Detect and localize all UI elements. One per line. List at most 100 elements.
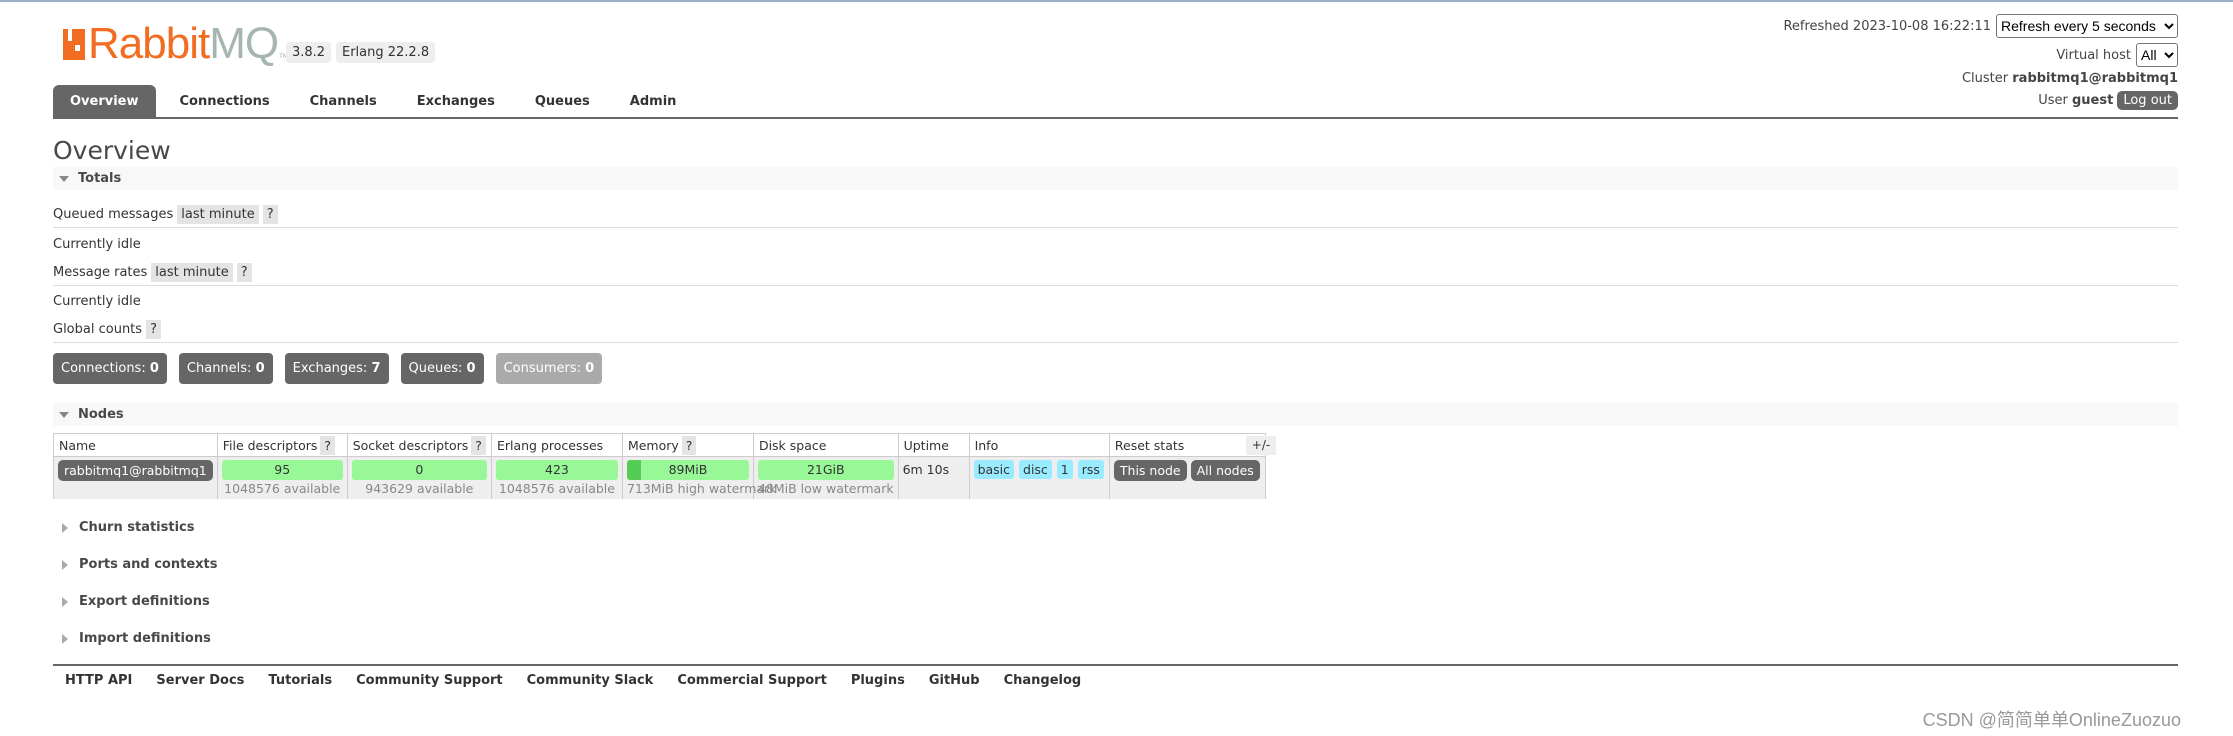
footer-divider xyxy=(53,664,2178,666)
user-label: User xyxy=(2038,93,2068,108)
tab-channels[interactable]: Channels xyxy=(294,85,393,117)
nodes-title: Nodes xyxy=(78,407,124,422)
main-tabs: Overview Connections Channels Exchanges … xyxy=(53,85,700,117)
expanded-triangle-icon xyxy=(59,411,69,418)
channels-count-button[interactable]: Channels: 0 xyxy=(178,353,273,384)
tab-queues[interactable]: Queues xyxy=(519,85,606,117)
help-icon[interactable]: ? xyxy=(320,435,336,455)
tab-admin[interactable]: Admin xyxy=(614,85,693,117)
footer-link-tutorials[interactable]: Tutorials xyxy=(268,673,332,688)
footer-link-github[interactable]: GitHub xyxy=(929,673,980,688)
rabbitmq-logo[interactable]: Rabbit MQ TM xyxy=(63,19,288,68)
message-rates-label: Message rates xyxy=(53,265,148,280)
col-name: Name xyxy=(53,433,218,457)
page-title: Overview xyxy=(53,136,171,165)
refresh-interval-select[interactable]: Refresh every 5 seconds xyxy=(1996,14,2178,38)
version-badge: 3.8.2 xyxy=(286,42,332,63)
disk-bar: 21GiB xyxy=(757,460,894,480)
erlang-badge: Erlang 22.2.8 xyxy=(336,42,436,63)
table-row: rabbitmq1@rabbitmq1 95 1048576 available … xyxy=(53,456,1266,499)
footer-link-http-api[interactable]: HTTP API xyxy=(65,673,132,688)
col-uptime: Uptime xyxy=(897,433,970,457)
col-socket-descriptors: Socket descriptors? xyxy=(346,433,492,457)
processes-available: 1048576 available xyxy=(498,481,615,496)
help-icon[interactable]: ? xyxy=(471,435,486,455)
sd-bar: 0 xyxy=(351,460,487,480)
col-file-descriptors: File descriptors? xyxy=(216,433,348,457)
queued-status: Currently idle xyxy=(53,237,141,252)
queued-help-icon[interactable]: ? xyxy=(262,205,278,224)
footer-links: HTTP API Server Docs Tutorials Community… xyxy=(65,673,1081,688)
footer-link-changelog[interactable]: Changelog xyxy=(1004,673,1082,688)
vhost-select[interactable]: All xyxy=(2136,43,2178,67)
table-header-row: Name File descriptors? Socket descriptor… xyxy=(53,433,1266,457)
section-import-definitions[interactable]: Import definitions xyxy=(53,631,211,646)
rates-range-select[interactable]: last minute xyxy=(151,263,233,282)
queues-count-button[interactable]: Queues: 0 xyxy=(400,353,484,384)
consumers-count-button[interactable]: Consumers: 0 xyxy=(495,353,603,384)
node-name-link[interactable]: rabbitmq1@rabbitmq1 xyxy=(58,460,213,481)
memory-watermark: 713MiB high watermark xyxy=(626,481,777,496)
disk-watermark: 48MiB low watermark xyxy=(757,481,894,496)
fd-bar: 95 xyxy=(221,460,343,480)
help-icon[interactable]: ? xyxy=(681,435,697,455)
collapsed-triangle-icon xyxy=(62,522,68,533)
processes-bar: 423 xyxy=(495,460,618,480)
exchanges-count-button[interactable]: Exchanges: 7 xyxy=(284,353,389,384)
sd-available: 943629 available xyxy=(365,481,474,496)
nodes-table: Name File descriptors? Socket descriptor… xyxy=(53,433,1266,499)
section-churn-statistics[interactable]: Churn statistics xyxy=(53,520,195,535)
logout-button[interactable]: Log out xyxy=(2117,91,2178,110)
collapsed-triangle-icon xyxy=(62,633,68,644)
footer-link-commercial-support[interactable]: Commercial Support xyxy=(677,673,827,688)
info-badge-count: 1 xyxy=(1056,460,1073,479)
memory-bar: 89MiB xyxy=(626,460,749,480)
col-reset-stats: Reset stats xyxy=(1108,433,1266,457)
expanded-triangle-icon xyxy=(59,175,69,182)
cluster-label: Cluster xyxy=(1961,71,2009,86)
rabbit-logo-icon xyxy=(63,29,85,60)
fd-available: 1048576 available xyxy=(224,481,341,496)
vhost-label: Virtual host xyxy=(2056,47,2131,63)
user-name: guest xyxy=(2072,93,2114,108)
tab-overview[interactable]: Overview xyxy=(53,85,156,117)
collapsed-triangle-icon xyxy=(62,559,68,570)
watermark: CSDN @简简单单OnlineZuozuo xyxy=(1922,710,2181,730)
uptime-value: 6m 10s xyxy=(897,456,970,499)
col-erlang-processes: Erlang processes xyxy=(490,433,623,457)
footer-link-community-slack[interactable]: Community Slack xyxy=(527,673,654,688)
footer-link-community-support[interactable]: Community Support xyxy=(356,673,503,688)
totals-title: Totals xyxy=(78,171,122,186)
reset-all-nodes-button[interactable]: All nodes xyxy=(1190,460,1260,481)
queued-range-select[interactable]: last minute xyxy=(177,205,259,224)
logo-text-rabbit: Rabbit xyxy=(88,19,210,68)
logo-text-mq: MQ xyxy=(209,19,279,68)
global-counts: Connections: 0 Channels: 0 Exchanges: 7 … xyxy=(53,353,603,384)
col-memory: Memory? xyxy=(621,433,754,457)
info-badge-basic: basic xyxy=(973,460,1015,479)
footer-link-server-docs[interactable]: Server Docs xyxy=(156,673,244,688)
global-help-icon[interactable]: ? xyxy=(146,320,161,339)
info-badge-rss: rss xyxy=(1077,460,1104,479)
section-ports-and-contexts[interactable]: Ports and contexts xyxy=(53,557,217,572)
reset-this-node-button[interactable]: This node xyxy=(1113,460,1187,481)
tab-exchanges[interactable]: Exchanges xyxy=(401,85,511,117)
col-disk-space: Disk space xyxy=(752,433,899,457)
rates-status: Currently idle xyxy=(53,294,141,309)
header-divider xyxy=(53,117,2178,119)
rates-help-icon[interactable]: ? xyxy=(236,263,252,282)
footer-link-plugins[interactable]: Plugins xyxy=(851,673,905,688)
cluster-name: rabbitmq1@rabbitmq1 xyxy=(2012,71,2178,86)
connections-count-button[interactable]: Connections: 0 xyxy=(53,353,167,384)
refreshed-timestamp: Refreshed 2023-10-08 16:22:11 xyxy=(1783,18,1991,34)
info-badge-disc: disc xyxy=(1019,460,1052,479)
col-info: Info xyxy=(968,433,1110,457)
queued-messages-label: Queued messages xyxy=(53,207,174,222)
section-export-definitions[interactable]: Export definitions xyxy=(53,594,210,609)
totals-section-header[interactable]: Totals xyxy=(53,167,2178,190)
nodes-section-header[interactable]: Nodes xyxy=(53,403,2178,426)
tab-connections[interactable]: Connections xyxy=(164,85,286,117)
collapsed-triangle-icon xyxy=(62,596,68,607)
global-counts-label: Global counts xyxy=(53,322,143,337)
columns-toggle-button[interactable]: +/- xyxy=(1246,436,1276,455)
